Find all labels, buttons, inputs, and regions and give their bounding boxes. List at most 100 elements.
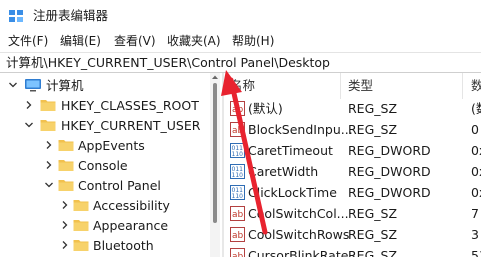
scrollbar-thumb[interactable] bbox=[213, 83, 217, 223]
values-list: 名称 类型 数 ab (默认) REG_SZ (数 ab BlockSendIn… bbox=[224, 73, 481, 257]
svg-text:ab: ab bbox=[232, 105, 244, 115]
tree-item-appevents[interactable]: AppEvents bbox=[0, 136, 210, 156]
value-type: REG_DWORD bbox=[348, 143, 431, 158]
menu-help[interactable]: 帮助(H) bbox=[232, 33, 274, 49]
value-row[interactable]: ab CursorBlinkRate REG_SZ 53 bbox=[224, 246, 481, 257]
column-header-type[interactable]: 类型 bbox=[348, 73, 373, 99]
string-value-icon: ab bbox=[230, 122, 245, 137]
value-name: CoolSwitchCol... bbox=[248, 206, 349, 221]
chevron-down-icon[interactable] bbox=[24, 120, 34, 130]
chevron-right-icon[interactable] bbox=[24, 100, 34, 110]
tree-item-hkcr[interactable]: HKEY_CLASSES_ROOT bbox=[0, 96, 210, 116]
folder-icon bbox=[73, 200, 89, 211]
dword-value-icon: 011110 bbox=[230, 185, 245, 200]
svg-text:110: 110 bbox=[232, 193, 244, 200]
value-row[interactable]: ab CoolSwitchRows REG_SZ 3 bbox=[224, 225, 481, 246]
value-type: REG_SZ bbox=[348, 227, 398, 242]
tree-label: HKEY_CURRENT_USER bbox=[61, 118, 201, 133]
tree-item-computer[interactable]: 计算机 bbox=[0, 76, 210, 96]
tree-label: Accessibility bbox=[93, 198, 170, 213]
menu-view[interactable]: 查看(V) bbox=[114, 33, 156, 49]
menu-bar: 文件(F) 编辑(E) 查看(V) 收藏夹(A) 帮助(H) bbox=[0, 32, 481, 52]
menu-edit[interactable]: 编辑(E) bbox=[60, 33, 101, 49]
computer-icon bbox=[25, 79, 41, 92]
value-type: REG_DWORD bbox=[348, 164, 431, 179]
tree-scrollbar[interactable] bbox=[210, 73, 220, 257]
value-row[interactable]: 011110 CaretTimeout REG_DWORD 0x bbox=[224, 141, 481, 162]
string-value-icon: ab bbox=[230, 101, 245, 116]
value-data: 7 bbox=[471, 206, 479, 221]
value-row[interactable]: 011110 CaretWidth REG_DWORD 0x bbox=[224, 162, 481, 183]
chevron-right-icon[interactable] bbox=[60, 220, 70, 230]
value-type: REG_SZ bbox=[348, 248, 398, 257]
chevron-right-icon[interactable] bbox=[60, 240, 70, 250]
menu-favorites[interactable]: 收藏夹(A) bbox=[167, 33, 221, 49]
tree-label-computer: 计算机 bbox=[46, 78, 84, 93]
value-name: CaretWidth bbox=[248, 164, 319, 179]
address-path[interactable]: 计算机\HKEY_CURRENT_USER\Control Panel\Desk… bbox=[6, 55, 330, 71]
chevron-right-icon[interactable] bbox=[44, 140, 54, 150]
value-row[interactable]: ab CoolSwitchCol... REG_SZ 7 bbox=[224, 204, 481, 225]
scroll-up-arrow-icon[interactable] bbox=[211, 74, 219, 80]
svg-text:ab: ab bbox=[232, 126, 244, 136]
chevron-down-icon[interactable] bbox=[8, 80, 18, 90]
value-data: 0x bbox=[471, 143, 481, 158]
tree-label: Appearance bbox=[93, 218, 169, 233]
chevron-right-icon[interactable] bbox=[60, 200, 70, 210]
value-data: 0x bbox=[471, 185, 481, 200]
tree-item-hkcu[interactable]: HKEY_CURRENT_USER bbox=[0, 116, 210, 136]
svg-text:110: 110 bbox=[232, 151, 244, 158]
value-name: CoolSwitchRows bbox=[248, 227, 350, 242]
value-data: 0x bbox=[471, 164, 481, 179]
svg-text:ab: ab bbox=[232, 252, 244, 257]
tree-item-console[interactable]: Console bbox=[0, 156, 210, 176]
dword-value-icon: 011110 bbox=[230, 143, 245, 158]
dword-value-icon: 011110 bbox=[230, 164, 245, 179]
svg-text:ab: ab bbox=[232, 210, 244, 220]
folder-open-icon bbox=[58, 180, 74, 191]
value-name: CursorBlinkRate bbox=[248, 248, 349, 257]
value-row[interactable]: ab BlockSendInpu... REG_SZ 0 bbox=[224, 120, 481, 141]
tree-item-accessibility[interactable]: Accessibility bbox=[0, 196, 210, 216]
column-header-name[interactable]: 名称 bbox=[230, 73, 255, 99]
address-bar[interactable]: 计算机\HKEY_CURRENT_USER\Control Panel\Desk… bbox=[0, 52, 481, 73]
tree-item-bluetooth[interactable]: Bluetooth bbox=[0, 236, 210, 256]
value-name: ClickLockTime bbox=[248, 185, 337, 200]
chevron-down-icon[interactable] bbox=[44, 180, 54, 190]
svg-text:110: 110 bbox=[232, 172, 244, 179]
tree-label: Console bbox=[78, 158, 128, 173]
tree-label: Bluetooth bbox=[93, 238, 154, 253]
tree-label: AppEvents bbox=[78, 138, 145, 153]
folder-open-icon bbox=[40, 120, 56, 131]
window-title: 注册表编辑器 bbox=[33, 8, 109, 23]
title-bar: 注册表编辑器 bbox=[0, 0, 481, 32]
value-row[interactable]: 011110 ClickLockTime REG_DWORD 0x bbox=[224, 183, 481, 204]
regedit-icon bbox=[9, 10, 23, 22]
value-type: REG_SZ bbox=[348, 206, 398, 221]
folder-icon bbox=[73, 220, 89, 231]
tree-item-appearance[interactable]: Appearance bbox=[0, 216, 210, 236]
value-data: 0 bbox=[471, 122, 479, 137]
value-data: 53 bbox=[471, 248, 481, 257]
folder-icon bbox=[58, 140, 74, 151]
value-name: CaretTimeout bbox=[248, 143, 333, 158]
column-header-data[interactable]: 数 bbox=[471, 73, 481, 99]
string-value-icon: ab bbox=[230, 227, 245, 242]
menu-file[interactable]: 文件(F) bbox=[8, 33, 48, 49]
folder-icon bbox=[58, 160, 74, 171]
value-data: 3 bbox=[471, 227, 479, 242]
value-name: (默认) bbox=[248, 101, 283, 116]
string-value-icon: ab bbox=[230, 206, 245, 221]
tree-label: Control Panel bbox=[78, 178, 161, 193]
folder-icon bbox=[73, 240, 89, 251]
value-type: REG_SZ bbox=[348, 101, 398, 116]
column-divider[interactable] bbox=[462, 73, 463, 99]
tree-item-control-panel[interactable]: Control Panel bbox=[0, 176, 210, 196]
svg-text:ab: ab bbox=[232, 231, 244, 241]
value-row[interactable]: ab (默认) REG_SZ (数 bbox=[224, 99, 481, 120]
value-type: REG_DWORD bbox=[348, 185, 431, 200]
column-divider[interactable] bbox=[340, 73, 341, 99]
chevron-right-icon[interactable] bbox=[44, 160, 54, 170]
value-type: REG_SZ bbox=[348, 122, 398, 137]
tree-label: HKEY_CLASSES_ROOT bbox=[61, 98, 199, 113]
